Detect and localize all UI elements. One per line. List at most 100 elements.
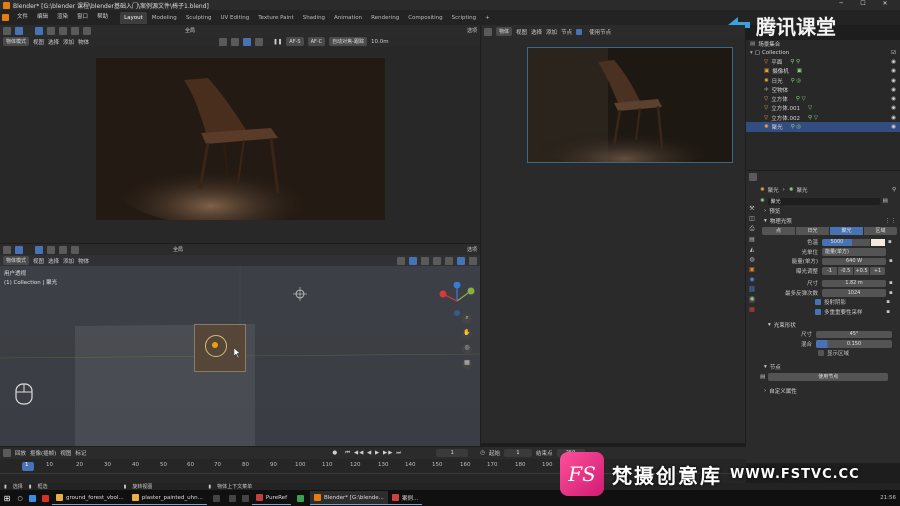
world-tab-icon[interactable]: ◍ <box>749 256 754 263</box>
maximize-button[interactable]: ☐ <box>852 0 874 7</box>
outliner-item-cube[interactable]: ▽ 立方体 ⚲ ▽ ◉ <box>746 94 900 103</box>
outliner-item-plane[interactable]: ▽ 平面 ⚲ ⚲ ◉ <box>746 57 900 66</box>
menu-keying[interactable]: 抠像(插帧) <box>30 449 56 457</box>
menu-select[interactable]: 选择 <box>48 38 59 46</box>
eye-icon[interactable]: ◉ <box>891 105 896 111</box>
light-type-sun[interactable]: 日光 <box>796 227 829 235</box>
menu-window[interactable]: 窗口 <box>73 11 92 24</box>
eye-icon[interactable]: ◉ <box>891 59 896 65</box>
show-cone-checkbox[interactable] <box>818 350 824 357</box>
outliner-item-cube-002[interactable]: ▽ 立方体.002 ⚲ ▽ ◉ <box>746 113 900 122</box>
focus-distance-value[interactable]: 10.0m <box>371 39 389 45</box>
exposure-minus-1-button[interactable]: -1 <box>822 267 837 275</box>
keyframe-dot-icon[interactable]: ▪ <box>886 309 890 315</box>
select-mode-icon[interactable] <box>47 245 55 254</box>
color-swatch[interactable] <box>871 238 885 246</box>
bounces-field[interactable]: 1024 <box>822 289 886 297</box>
outliner-item-spot[interactable]: ✺ 聚光 ⚲ ◎ ◉ <box>746 122 900 132</box>
exposure-minus-half-button[interactable]: -0.5 <box>838 267 853 275</box>
select-mode-2-icon[interactable] <box>59 26 67 35</box>
tool-tab-icon[interactable]: ⚒ <box>749 205 754 212</box>
section-spot-shape[interactable]: ▾ 光束形状 <box>760 320 900 330</box>
menu-view[interactable]: 视图 <box>33 38 44 46</box>
zoom-icon[interactable]: ⌕ <box>462 314 472 324</box>
menu-view[interactable]: 视图 <box>60 449 71 457</box>
select-mode-icon[interactable] <box>47 26 55 35</box>
af-s-button[interactable]: AF-S <box>286 37 304 46</box>
light-type-area[interactable]: 区域 <box>864 227 897 235</box>
transform-orientation[interactable]: 全局 <box>185 27 195 34</box>
shading-wire-icon[interactable] <box>433 256 441 265</box>
keyframe-dot-icon[interactable]: ▪ <box>889 280 893 286</box>
record-button[interactable]: ● <box>332 450 337 456</box>
playback-controls[interactable]: ⏮ ◀◀ ◀ ▶ ▶▶ ⏭ <box>345 450 402 457</box>
select-tool-icon[interactable] <box>15 26 23 35</box>
editor-type-icon[interactable] <box>3 245 11 254</box>
taskbar-item-plaster[interactable]: plaster_painted_uhn... <box>127 491 207 505</box>
outliner-item-cube-001[interactable]: ▽ 立方体.001 ▽ ◉ <box>746 104 900 113</box>
taskbar-item-pureref[interactable]: PureRef <box>251 491 291 505</box>
section-preview[interactable]: › 预览 <box>760 206 900 216</box>
windows-start-icon[interactable]: ⊞ <box>0 494 14 503</box>
tab-modeling[interactable]: Modeling <box>148 12 181 24</box>
select-mode-4-icon[interactable] <box>83 26 91 35</box>
light-data-tab-icon[interactable]: ✺ <box>749 296 755 303</box>
editor-type-icon[interactable] <box>3 449 11 457</box>
menu-add[interactable]: 添加 <box>63 38 74 46</box>
section-custom-props[interactable]: › 自定义属性 <box>760 386 900 396</box>
auto-focus-track-button[interactable]: 自动对焦-跟踪 <box>329 37 367 46</box>
datablock-name-field[interactable]: 聚光 <box>767 197 880 205</box>
app-icon[interactable] <box>241 494 249 502</box>
shading-wire-icon[interactable] <box>219 37 228 46</box>
keyframe-dot-icon[interactable]: ▪ <box>888 239 892 245</box>
outliner-item-camera[interactable]: ▣ 摄像机 ▣ ◉ <box>746 67 900 76</box>
shading-material-icon[interactable] <box>243 37 252 46</box>
section-nodes[interactable]: ▾ 节点 <box>760 362 900 372</box>
outliner-item-sun[interactable]: ✺ 日光 ⚲ ◎ ◉ <box>746 76 900 85</box>
menu-render[interactable]: 渲染 <box>53 11 72 24</box>
eye-icon[interactable]: ◉ <box>891 115 896 121</box>
camera-view-icon[interactable]: ◎ <box>462 344 472 354</box>
menu-select[interactable]: 选择 <box>531 28 542 36</box>
af-c-button[interactable]: AF-C <box>307 37 326 46</box>
menu-playback[interactable]: 回放 <box>15 449 26 457</box>
eye-icon[interactable]: ◉ <box>891 68 896 74</box>
menu-select[interactable]: 选择 <box>48 257 59 265</box>
taskbar-item-ground-forest[interactable]: ground_forest_vbol... <box>52 491 128 505</box>
tab-uv-editing[interactable]: UV Editing <box>217 12 254 24</box>
menu-node[interactable]: 节点 <box>561 28 572 36</box>
taskbar-item-case[interactable]: 案例... <box>387 491 423 505</box>
viewport-bottom[interactable]: 全局 选项 物体模式 视图 选择 添加 物体 用户透视 (1) Collecti… <box>0 244 480 446</box>
use-nodes-checkbox[interactable] <box>576 28 583 35</box>
mode-select[interactable]: 物体模式 <box>3 256 30 265</box>
options-menu[interactable]: 选项 <box>467 246 477 253</box>
menu-add[interactable]: 添加 <box>63 257 74 265</box>
edge-browser-icon[interactable] <box>29 494 36 502</box>
shading-render-icon[interactable] <box>469 256 477 265</box>
menu-edit[interactable]: 编辑 <box>33 11 52 24</box>
tab-animation[interactable]: Animation <box>330 12 366 24</box>
menu-marker[interactable]: 标记 <box>75 449 86 457</box>
outliner-item-empty[interactable]: ✛ 空物体 ◉ <box>746 85 900 94</box>
current-frame-field[interactable]: 1 <box>436 449 469 457</box>
keyframe-dot-icon[interactable]: ▪ <box>889 258 893 264</box>
gizmo-toggle-icon[interactable] <box>397 256 405 265</box>
clock-icon[interactable]: ◷ <box>480 450 485 456</box>
output-tab-icon[interactable]: ⎙ <box>750 225 755 233</box>
menu-help[interactable]: 帮助 <box>93 11 112 24</box>
render-tab-icon[interactable]: ◫ <box>749 215 755 222</box>
tab-compositing[interactable]: Compositing <box>404 12 446 24</box>
shading-solid-icon[interactable] <box>445 256 453 265</box>
multi-importance-checkbox[interactable] <box>815 308 821 315</box>
eye-icon[interactable]: ◉ <box>891 87 896 93</box>
tab-scripting[interactable]: Scripting <box>448 12 480 24</box>
scene-tab-icon[interactable]: ◭ <box>750 246 755 253</box>
outliner-scene-collection[interactable]: ▤ 场景集合 <box>746 40 900 48</box>
fake-user-icon[interactable]: ▤ <box>883 198 888 204</box>
spot-size-field[interactable]: 45° <box>816 330 892 338</box>
blend-slider[interactable]: 0.150 <box>816 340 892 348</box>
texture-tab-icon[interactable]: ▦ <box>749 306 755 313</box>
outliner-collection[interactable]: ▾ ▢ Collection ☑ <box>746 48 900 57</box>
eye-icon[interactable]: ◉ <box>891 124 896 130</box>
xray-toggle-icon[interactable] <box>421 256 429 265</box>
